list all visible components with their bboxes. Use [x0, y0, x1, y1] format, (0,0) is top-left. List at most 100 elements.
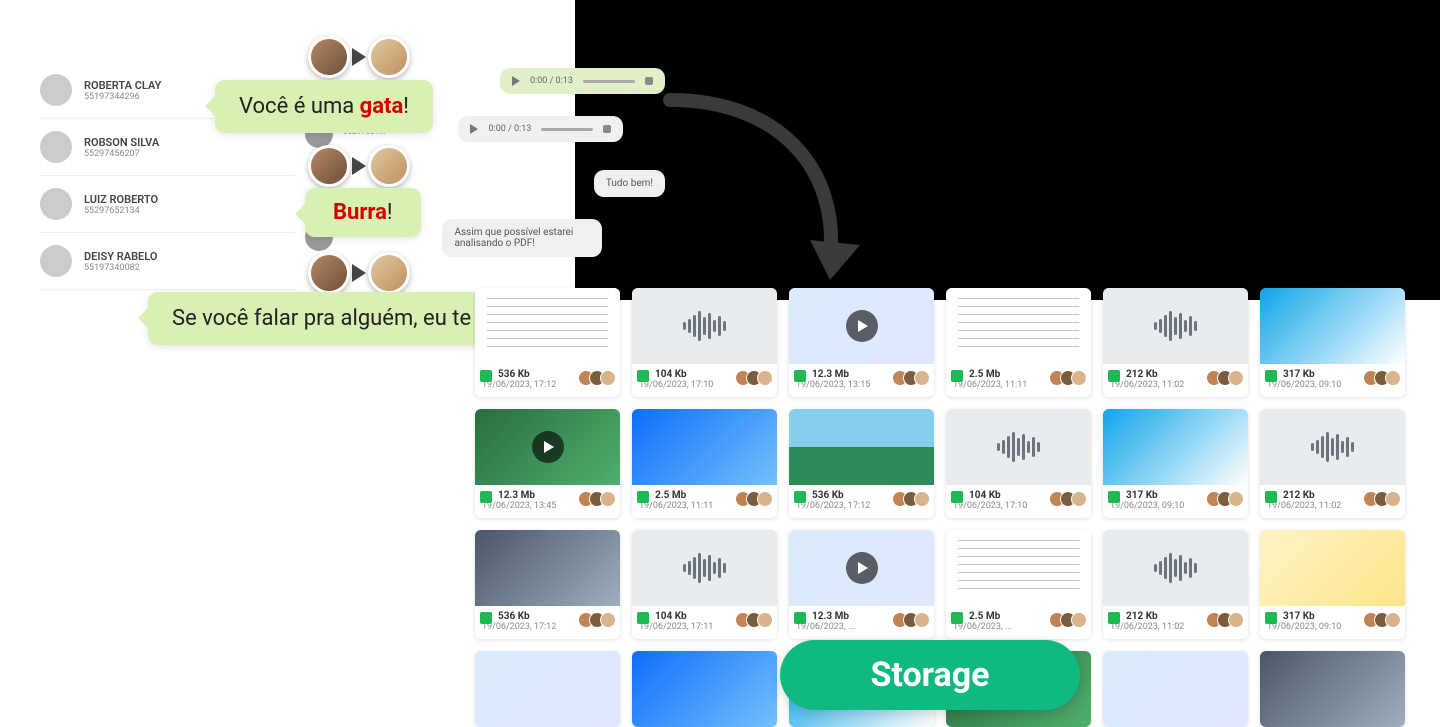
audio-progress[interactable] [583, 80, 635, 83]
contact-sub: 55297652134 [84, 206, 158, 216]
vid-icon [480, 491, 492, 503]
media-thumbnail[interactable] [475, 651, 620, 727]
media-thumbnail[interactable] [475, 530, 620, 606]
media-thumbnail[interactable] [632, 530, 777, 606]
snd-icon [951, 491, 963, 503]
media-thumbnail[interactable] [1103, 288, 1248, 364]
media-thumbnail[interactable] [1103, 530, 1248, 606]
media-thumbnail[interactable] [1260, 651, 1405, 727]
media-card[interactable]: 317 Kb19/06/2023, 09:10 [1103, 409, 1248, 518]
media-card[interactable]: 212 Kb19/06/2023, 11:02 [1260, 409, 1405, 518]
img-icon [794, 491, 806, 503]
media-meta: 317 Kb19/06/2023, 09:10 [1260, 364, 1405, 397]
waveform-icon [1154, 311, 1197, 341]
participant-avatars [740, 612, 773, 628]
media-thumbnail[interactable] [1103, 651, 1248, 727]
contact-sub: 55197344296 [84, 92, 161, 102]
media-meta: 212 Kb19/06/2023, 11:02 [1260, 485, 1405, 518]
img-icon [951, 612, 963, 624]
media-thumbnail[interactable] [946, 530, 1091, 606]
media-card[interactable]: 536 Kb19/06/2023, 17:12 [475, 288, 620, 397]
audio-message[interactable]: 0:00 / 0:13 [500, 68, 665, 94]
media-meta: 2.5 Mb19/06/2023, 11:11 [632, 485, 777, 518]
speech-bubble: Burra! [305, 188, 421, 237]
media-thumbnail[interactable] [632, 651, 777, 727]
media-card[interactable]: 104 Kb19/06/2023, 17:10 [946, 409, 1091, 518]
media-card[interactable]: 2.5 Mb19/06/2023, 11:11 [946, 288, 1091, 397]
media-card[interactable] [632, 651, 777, 727]
media-thumbnail[interactable] [1260, 530, 1405, 606]
media-thumbnail[interactable] [475, 288, 620, 364]
media-card[interactable] [1260, 651, 1405, 727]
media-card[interactable]: 12.3 Mb19/06/2023, 13:45 [475, 409, 620, 518]
media-thumbnail[interactable] [1260, 288, 1405, 364]
media-meta: 12.3 Mb19/06/2023, 13:45 [475, 485, 620, 518]
media-card[interactable]: 12.3 Mb19/06/2023, ... [789, 530, 934, 639]
sender-receiver-pair [308, 145, 410, 187]
vid-icon [794, 612, 806, 624]
media-card[interactable]: 317 Kb19/06/2023, 09:10 [1260, 530, 1405, 639]
media-meta: 536 Kb19/06/2023, 17:12 [475, 606, 620, 639]
avatar [40, 245, 72, 277]
media-card[interactable]: 2.5 Mb19/06/2023, ... [946, 530, 1091, 639]
avatar [40, 74, 72, 106]
media-card[interactable] [475, 651, 620, 727]
contact-name: ROBERTA CLAY [84, 79, 161, 92]
media-card[interactable]: 536 Kb19/06/2023, 17:12 [475, 530, 620, 639]
media-card[interactable]: 317 Kb19/06/2023, 09:10 [1260, 288, 1405, 397]
media-thumbnail[interactable] [475, 409, 620, 485]
volume-icon[interactable] [603, 125, 611, 133]
media-card[interactable]: 12.3 Mb19/06/2023, 13:15 [789, 288, 934, 397]
volume-icon[interactable] [645, 77, 653, 85]
media-thumbnail[interactable] [946, 409, 1091, 485]
contact-name: DEISY RABELO [84, 250, 157, 263]
media-card[interactable]: 536 Kb19/06/2023, 17:12 [789, 409, 934, 518]
avatar [368, 252, 410, 294]
media-thumbnail[interactable] [1260, 409, 1405, 485]
play-icon[interactable] [846, 552, 878, 584]
media-meta: 104 Kb19/06/2023, 17:10 [946, 485, 1091, 518]
media-meta: 2.5 Mb19/06/2023, ... [946, 606, 1091, 639]
contact-name: ROBSON SILVA [84, 136, 159, 149]
media-thumbnail[interactable] [632, 409, 777, 485]
media-card[interactable]: 104 Kb19/06/2023, 17:10 [632, 288, 777, 397]
media-thumbnail[interactable] [789, 530, 934, 606]
speech-text: Se você falar pra alguém, eu te [172, 306, 477, 331]
media-thumbnail[interactable] [789, 288, 934, 364]
avatar [40, 188, 72, 220]
audio-duration: 0:00 / 0:13 [530, 76, 573, 86]
media-thumbnail[interactable] [946, 288, 1091, 364]
play-icon[interactable] [532, 431, 564, 463]
participant-avatars [1054, 370, 1087, 386]
media-card[interactable]: 212 Kb19/06/2023, 11:02 [1103, 288, 1248, 397]
media-card[interactable]: 2.5 Mb19/06/2023, 11:11 [632, 409, 777, 518]
participant-avatars [1211, 612, 1244, 628]
media-thumbnail[interactable] [632, 288, 777, 364]
speech-text: Você é uma [239, 94, 360, 119]
contact-name: LUIZ ROBERTO [84, 193, 158, 206]
snd-icon [1108, 612, 1120, 624]
chat-message: Tudo bem! [594, 170, 665, 197]
storage-button[interactable]: Storage [780, 640, 1080, 710]
audio-progress[interactable] [541, 128, 593, 131]
participant-avatars [740, 370, 773, 386]
avatar [40, 131, 72, 163]
media-card[interactable] [1103, 651, 1248, 727]
play-icon[interactable] [470, 124, 478, 134]
media-card[interactable]: 104 Kb19/06/2023, 17:11 [632, 530, 777, 639]
media-thumbnail[interactable] [1103, 409, 1248, 485]
participant-avatars [1368, 370, 1401, 386]
participant-avatars [1368, 491, 1401, 507]
media-card[interactable]: 212 Kb19/06/2023, 11:02 [1103, 530, 1248, 639]
avatar [308, 145, 350, 187]
participant-avatars [583, 612, 616, 628]
play-icon[interactable] [512, 76, 520, 86]
media-thumbnail[interactable] [789, 409, 934, 485]
contact-item[interactable]: LUIZ ROBERTO 55297652134 [40, 176, 295, 233]
contact-sub: 55297456207 [84, 149, 159, 159]
contact-item[interactable]: DEISY RABELO 55197340082 [40, 233, 295, 290]
audio-message[interactable]: 0:00 / 0:13 [458, 116, 623, 142]
arrow-icon [352, 157, 366, 175]
participant-avatars [1211, 491, 1244, 507]
play-icon[interactable] [846, 310, 878, 342]
